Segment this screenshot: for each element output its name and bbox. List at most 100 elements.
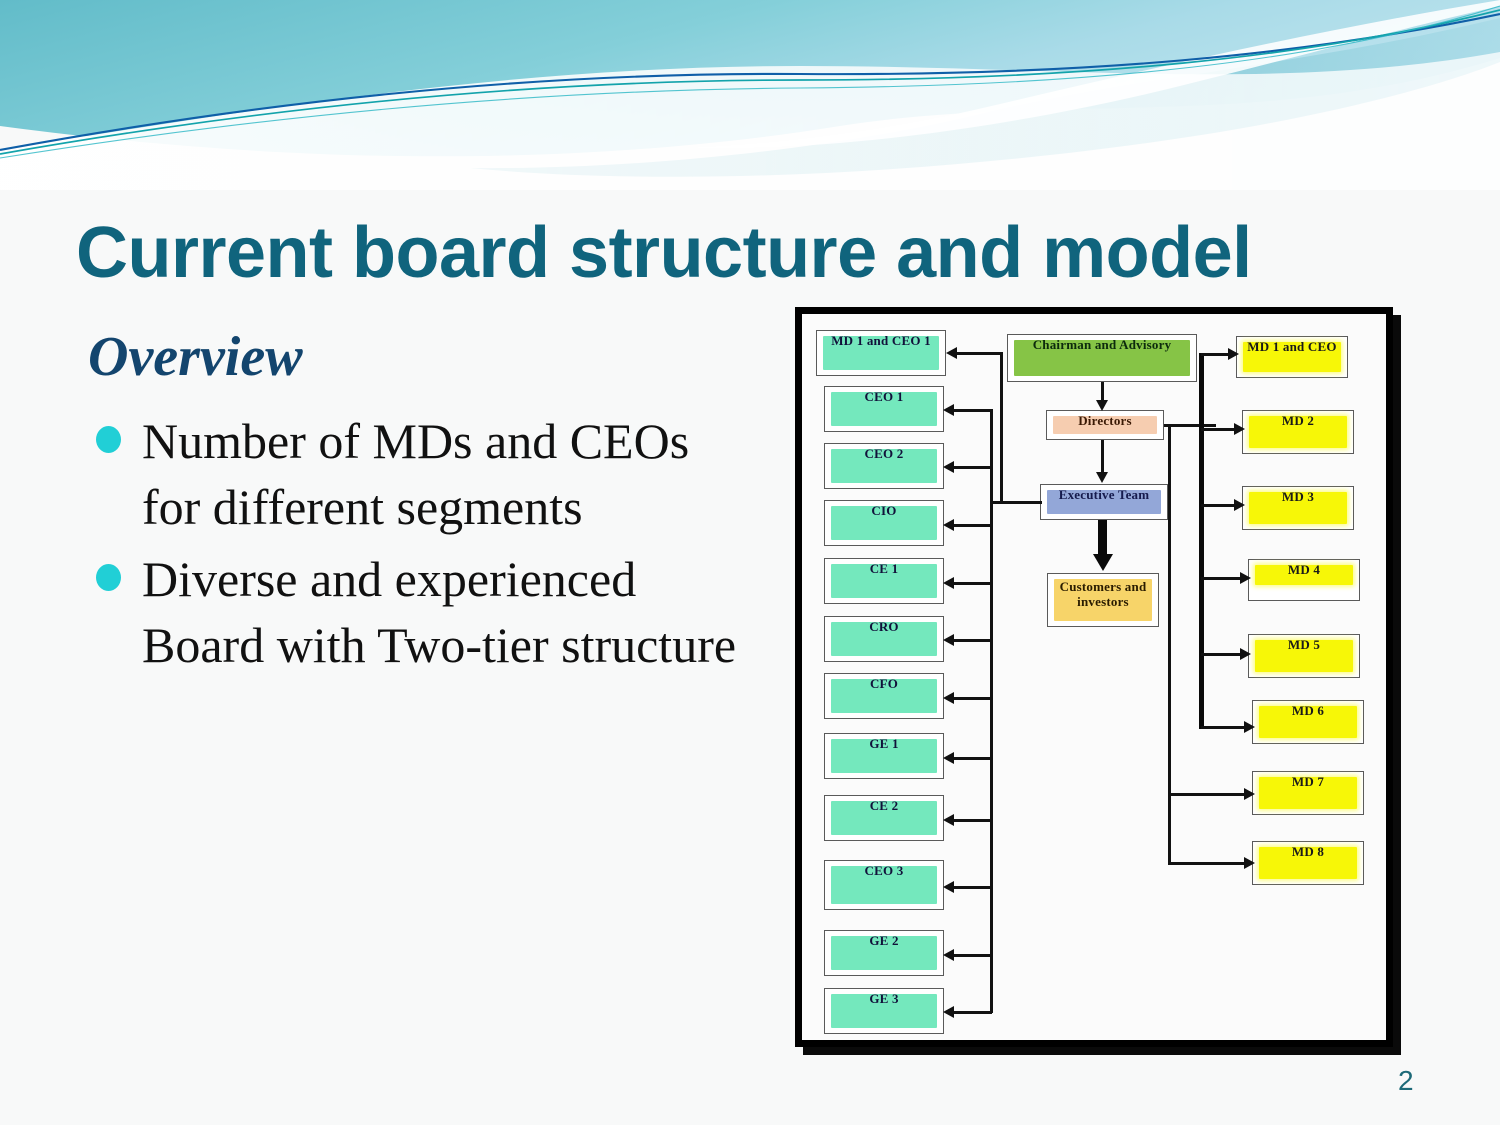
arrowhead-left — [943, 519, 954, 531]
spur-ge3 — [950, 1011, 992, 1014]
header-banner-decoration — [0, 0, 1500, 190]
bullet-dot-icon — [96, 564, 121, 591]
section-subheading: Overview — [88, 326, 303, 388]
org-node-md8: MD 8 — [1252, 841, 1364, 885]
org-node-label: Chairman and Advisory — [1032, 337, 1172, 352]
org-node-label: CE 2 — [869, 798, 899, 813]
arrowhead-left — [943, 577, 954, 589]
page-title: Current board structure and model — [76, 213, 1252, 293]
org-node-label: MD 1 and CEO 1 — [831, 333, 931, 348]
connector-directors-to-right — [1164, 424, 1216, 427]
org-node-cro: CRO — [824, 616, 944, 662]
org-node-md1-ceo: MD 1 and CEO — [1236, 336, 1348, 378]
org-node-label: Customers and investors — [1059, 579, 1147, 609]
org-node-label: MD 3 — [1281, 489, 1315, 504]
bullet-text: Diverse and experienced Board with Two-t… — [142, 551, 737, 673]
arrowhead-left — [943, 634, 954, 646]
org-node-label: GE 2 — [869, 933, 899, 948]
org-node-label: CEO 1 — [864, 389, 904, 404]
arrowhead-right — [1244, 721, 1255, 733]
org-node-label: CFO — [869, 676, 899, 691]
org-node-chairman-advisory: Chairman and Advisory — [1007, 334, 1197, 382]
arrowhead-down-thick — [1093, 554, 1113, 571]
spur-ce2 — [950, 819, 992, 822]
arrowhead-left — [943, 461, 954, 473]
org-node-md7: MD 7 — [1252, 771, 1364, 815]
spur-ge1 — [950, 757, 992, 760]
diagram-canvas: MD 1 and CEO 1 CEO 1 CEO 2 CIO CE 1 CRO … — [802, 314, 1386, 1040]
org-node-md6: MD 6 — [1252, 700, 1364, 744]
arrowhead-left — [943, 404, 954, 416]
org-node-customers-investors: Customers and investors — [1047, 573, 1159, 627]
spur-ge2 — [950, 954, 992, 957]
org-node-label: CRO — [869, 619, 899, 634]
org-node-ce1: CE 1 — [824, 558, 944, 604]
right-trunk-upper — [1199, 353, 1204, 729]
spur-ceo2 — [950, 466, 992, 469]
org-node-label: Executive Team — [1058, 487, 1150, 502]
org-node-ge3: GE 3 — [824, 988, 944, 1034]
left-trunk-vertical — [990, 409, 993, 1013]
org-node-cfo: CFO — [824, 673, 944, 719]
org-node-label: GE 3 — [869, 991, 899, 1006]
spur-md6 — [1201, 726, 1247, 729]
org-node-ge1: GE 1 — [824, 733, 944, 779]
spur-ceo3 — [950, 886, 992, 889]
connector-directors-exec — [1101, 440, 1104, 474]
spur-md7 — [1169, 793, 1247, 796]
org-node-ge2: GE 2 — [824, 930, 944, 976]
connector-chairman-directors — [1101, 382, 1104, 402]
org-node-label: MD 2 — [1281, 413, 1315, 428]
org-node-label: CEO 3 — [864, 863, 904, 878]
org-node-md3: MD 3 — [1242, 486, 1354, 530]
left-branch-md1ceo1-vertical — [1000, 352, 1003, 503]
org-node-label: MD 8 — [1291, 844, 1325, 859]
connector-exec-customers — [1098, 520, 1107, 556]
org-node-label: CE 1 — [869, 561, 899, 576]
spur-md8 — [1169, 862, 1247, 865]
spur-md3 — [1201, 504, 1237, 507]
org-node-md5: MD 5 — [1248, 634, 1360, 678]
org-node-ce2: CE 2 — [824, 795, 944, 841]
arrowhead-left — [943, 814, 954, 826]
org-node-label: MD 1 and CEO — [1247, 339, 1337, 354]
org-node-label: MD 7 — [1291, 774, 1325, 789]
org-node-ceo1: CEO 1 — [824, 386, 944, 432]
arrowhead-left — [943, 752, 954, 764]
right-trunk-lower — [1168, 424, 1171, 865]
spur-md5 — [1201, 653, 1243, 656]
spur-md1-ceo — [1201, 353, 1231, 356]
arrowhead-down — [1096, 472, 1108, 483]
org-node-md4: MD 4 — [1248, 559, 1360, 601]
org-node-label: MD 6 — [1291, 703, 1325, 718]
org-node-executive-team: Executive Team — [1040, 484, 1168, 520]
org-node-directors: Directors — [1046, 410, 1164, 440]
list-item: Diverse and experienced Board with Two-t… — [80, 546, 740, 678]
spur-cio — [950, 524, 992, 527]
org-node-md2: MD 2 — [1242, 410, 1354, 454]
org-node-ceo2: CEO 2 — [824, 443, 944, 489]
org-node-label: CEO 2 — [864, 446, 904, 461]
spur-ce1 — [950, 582, 992, 585]
bullet-text: Number of MDs and CEOs for different seg… — [142, 413, 690, 535]
org-node-md1-ceo1: MD 1 and CEO 1 — [816, 330, 946, 376]
spur-md2 — [1201, 428, 1237, 431]
org-node-label: MD 5 — [1287, 637, 1321, 652]
board-structure-diagram: MD 1 and CEO 1 CEO 1 CEO 2 CIO CE 1 CRO … — [795, 307, 1393, 1047]
left-branch-md1ceo1-horizontal — [952, 352, 1002, 355]
org-node-ceo3: CEO 3 — [824, 860, 944, 910]
org-node-cio: CIO — [824, 500, 944, 546]
arrowhead-left — [943, 949, 954, 961]
org-node-label: GE 1 — [869, 736, 899, 751]
arrowhead-left — [943, 692, 954, 704]
spur-cfo — [950, 697, 992, 700]
list-item: Number of MDs and CEOs for different seg… — [80, 408, 740, 540]
spur-md4 — [1201, 577, 1243, 580]
org-node-label: CIO — [871, 503, 897, 518]
page-number: 2 — [1398, 1065, 1414, 1096]
arrowhead-left — [943, 1006, 954, 1018]
org-node-label: Directors — [1078, 413, 1132, 428]
bullet-dot-icon — [96, 426, 121, 453]
spur-cro — [950, 639, 992, 642]
arrowhead-down — [1096, 400, 1108, 411]
